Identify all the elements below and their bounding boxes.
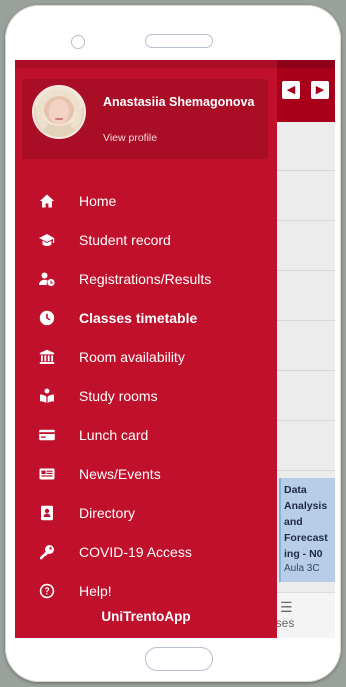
user-clock-icon	[15, 271, 79, 287]
navigation-drawer: Anastasiia Shemagonova View profile Home…	[15, 60, 277, 638]
previous-week-button[interactable]: ◀	[282, 81, 300, 99]
menu-item-label: Classes timetable	[79, 309, 198, 326]
menu-item-room-availability[interactable]: Room availability	[15, 337, 277, 376]
menu-item-news-events[interactable]: News/Events	[15, 454, 277, 493]
address-book-icon	[15, 505, 79, 521]
menu-item-lunch-card[interactable]: Lunch card	[15, 415, 277, 454]
chevron-right-icon: ▶	[315, 83, 325, 96]
graduation-cap-icon	[15, 232, 79, 248]
menu-item-label: News/Events	[79, 465, 161, 482]
menu-item-label: Directory	[79, 504, 136, 521]
home-button[interactable]	[145, 647, 213, 671]
app-name-footer: UniTrentoApp	[101, 609, 191, 624]
menu-item-study-rooms[interactable]: Study rooms	[15, 376, 277, 415]
menu-item-label: Registrations/Results	[79, 270, 212, 287]
profile-name: Anastasiia Shemagonova	[103, 95, 255, 109]
chevron-left-icon: ◀	[286, 83, 296, 96]
menu-item-label: Help!	[79, 582, 112, 599]
credit-card-icon	[15, 427, 79, 443]
menu-item-label: Lunch card	[79, 426, 149, 443]
newspaper-icon	[15, 466, 79, 482]
university-building-icon	[15, 349, 79, 365]
menu-item-student-record[interactable]: Student record	[15, 220, 277, 259]
menu-item-covid-access[interactable]: COVID-19 Access	[15, 532, 277, 571]
camera-icon	[71, 35, 85, 49]
key-icon	[15, 544, 79, 560]
event-title: Data Analysis and Forecast ing - N0	[284, 484, 328, 560]
menu-item-home[interactable]: Home	[15, 181, 277, 220]
screen: ◀ ▶ Data Analysis and Forecast ing - N0 …	[15, 60, 335, 638]
profile-card[interactable]: Anastasiia Shemagonova View profile	[22, 79, 268, 159]
home-icon	[15, 193, 79, 209]
menu-item-classes-timetable[interactable]: Classes timetable	[15, 298, 277, 337]
speaker-grille	[145, 34, 213, 48]
menu-item-label: Home	[79, 192, 117, 209]
event-room: Aula 3C	[284, 563, 320, 574]
menu-item-label: Room availability	[79, 348, 185, 365]
menu-item-directory[interactable]: Directory	[15, 493, 277, 532]
clock-icon	[15, 310, 79, 326]
drawer-menu: Home Student record Registrations/Result…	[15, 181, 277, 610]
menu-item-label: Study rooms	[79, 387, 158, 404]
menu-item-registrations-results[interactable]: Registrations/Results	[15, 259, 277, 298]
menu-item-label: Student record	[79, 231, 171, 248]
menu-item-help[interactable]: Help!	[15, 571, 277, 610]
reading-person-icon	[15, 388, 79, 404]
avatar[interactable]	[32, 85, 86, 139]
question-circle-icon	[15, 583, 79, 599]
timetable-event[interactable]: Data Analysis and Forecast ing - N0 Aula…	[279, 478, 335, 582]
drawer-status-bar	[15, 60, 277, 68]
view-profile-link[interactable]: View profile	[103, 132, 157, 144]
next-week-button[interactable]: ▶	[311, 81, 329, 99]
menu-item-label: COVID-19 Access	[79, 543, 192, 560]
